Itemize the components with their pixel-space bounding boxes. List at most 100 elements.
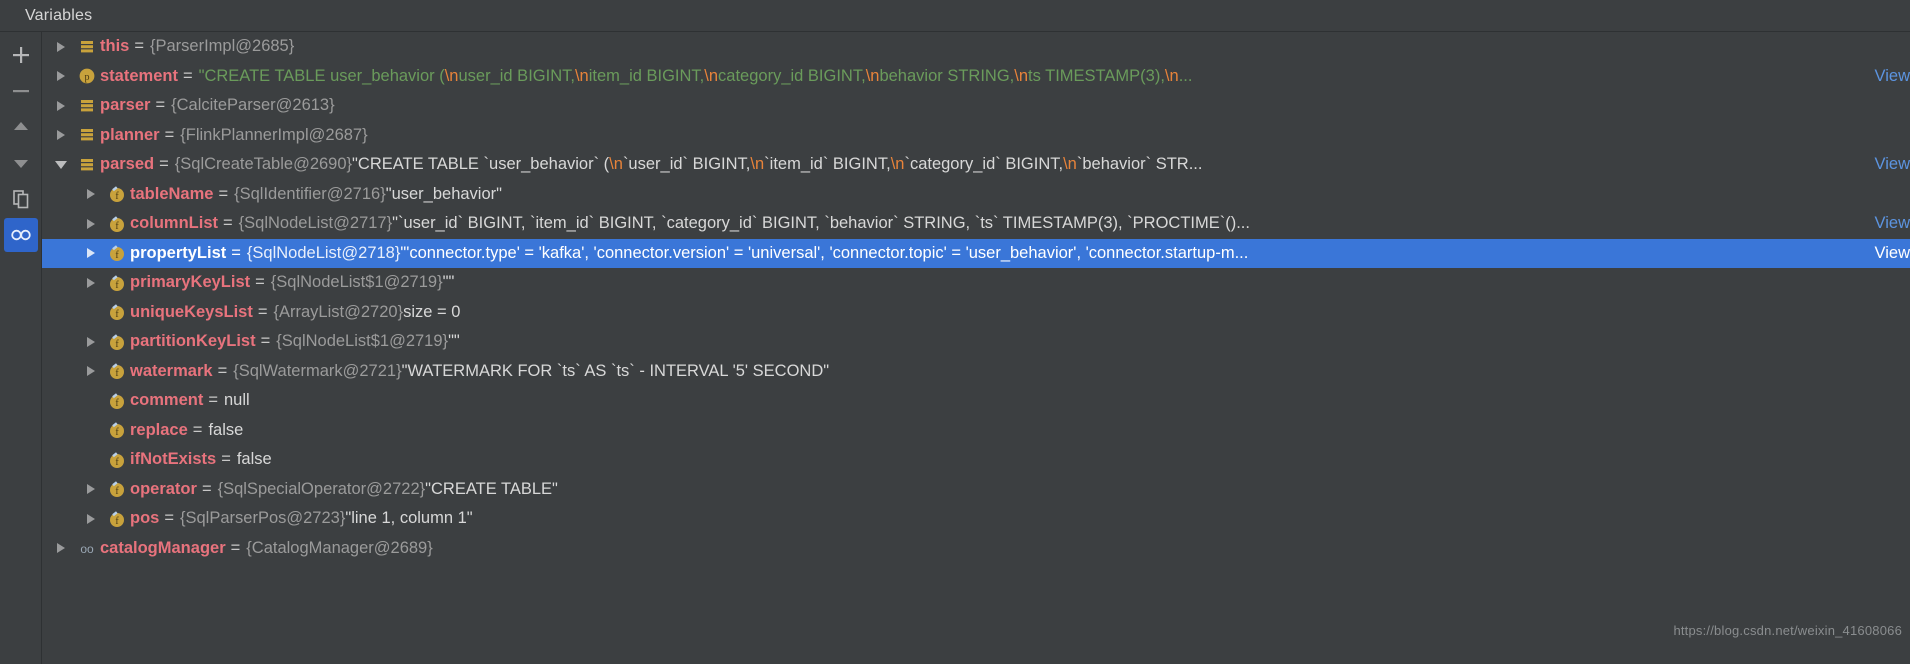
expand-triangle-icon[interactable] <box>78 336 104 347</box>
variable-row[interactable]: oo catalogManager = {CatalogManager@2689} <box>42 534 1910 564</box>
collapse-triangle-icon[interactable] <box>48 160 74 169</box>
minus-icon <box>12 90 29 93</box>
expand-triangle-icon[interactable] <box>48 130 74 141</box>
variable-value: null <box>224 391 250 410</box>
glasses-icon <box>10 229 31 241</box>
string-token: ts TIMESTAMP(3), <box>1028 66 1165 85</box>
escape-token: \n <box>1014 66 1029 85</box>
field-icon: f <box>110 215 124 232</box>
variable-type: {SqlWatermark@2721} <box>233 361 402 380</box>
copy-value-button[interactable] <box>4 182 38 216</box>
expand-triangle-icon[interactable] <box>78 277 104 288</box>
variables-debugger-panel: Variables this = {ParserImpl@2685} p sta… <box>0 0 1910 664</box>
expand-triangle-icon[interactable] <box>78 189 104 200</box>
move-down-button[interactable] <box>4 146 38 180</box>
variable-row[interactable]: parsed = {SqlCreateTable@2690} "CREATE TAB… <box>42 150 1910 180</box>
string-token: category_id BIGINT, <box>718 66 866 85</box>
variable-row[interactable]: f pos = {SqlParserPos@2723} "line 1, column… <box>42 504 1910 534</box>
expand-triangle-icon[interactable] <box>78 248 104 259</box>
variable-row[interactable]: f columnList = {SqlNodeList@2717} "`user_id… <box>42 209 1910 239</box>
variable-content: planner = {FlinkPlannerImpl@2687} <box>100 126 1910 145</box>
equals-sign: = <box>208 391 218 410</box>
remove-watch-button[interactable] <box>4 74 38 108</box>
variable-row[interactable]: planner = {FlinkPlannerImpl@2687} <box>42 121 1910 151</box>
variable-row[interactable]: f comment = null <box>42 386 1910 416</box>
expand-triangle-icon[interactable] <box>48 543 74 554</box>
field-icon: f <box>104 243 130 263</box>
triangle-glyph <box>57 100 65 111</box>
field-icon: f <box>104 391 130 411</box>
equals-sign: = <box>164 125 175 144</box>
expand-triangle-icon[interactable] <box>78 513 104 524</box>
variable-row[interactable]: this = {ParserImpl@2685} <box>42 32 1910 62</box>
variable-value: "`user_id` BIGINT, `item_id` BIGINT, `ca… <box>392 214 1250 233</box>
value-token: `category_id` BIGINT, <box>904 155 1064 174</box>
field-icon: f <box>110 451 124 468</box>
variable-content: pos = {SqlParserPos@2723} "line 1, column … <box>130 509 1910 528</box>
add-watch-button[interactable] <box>4 38 38 72</box>
field-icon: f <box>104 420 130 440</box>
view-link[interactable]: View <box>1875 244 1910 263</box>
expand-triangle-icon[interactable] <box>48 71 74 82</box>
field-icon: f <box>110 304 124 321</box>
view-link[interactable]: View <box>1875 155 1910 174</box>
variable-row[interactable]: f watermark = {SqlWatermark@2721} "WATERMAR… <box>42 357 1910 387</box>
variables-titlebar: Variables <box>0 0 1910 32</box>
static-field-icon: oo <box>80 542 94 556</box>
watermark: https://blog.csdn.net/weixin_41608066 <box>1673 623 1902 638</box>
equals-sign: = <box>255 273 265 292</box>
field-icon: f <box>110 245 124 262</box>
expand-triangle-icon[interactable] <box>48 100 74 111</box>
field-icon: f <box>104 450 130 470</box>
triangle-glyph <box>57 71 65 82</box>
triangle-glyph <box>87 277 95 288</box>
variable-row[interactable]: f replace = false <box>42 416 1910 446</box>
variable-row[interactable]: f tableName = {SqlIdentifier@2716} "user_be… <box>42 180 1910 210</box>
triangle-glyph <box>57 41 65 52</box>
variable-type: {ArrayList@2720} <box>273 302 404 321</box>
view-link[interactable]: View <box>1875 67 1910 86</box>
variables-tree[interactable]: this = {ParserImpl@2685} p statement = "CREAT… <box>42 32 1910 664</box>
field-icon: f <box>104 184 130 204</box>
view-link[interactable]: View <box>1875 214 1910 233</box>
expand-triangle-icon[interactable] <box>48 41 74 52</box>
variable-row[interactable]: f uniqueKeysList = {ArrayList@2720} size = … <box>42 298 1910 328</box>
variable-type: {ParserImpl@2685} <box>149 37 295 56</box>
variable-row[interactable]: f primaryKeyList = {SqlNodeList$1@2719} "" <box>42 268 1910 298</box>
equals-sign: = <box>230 538 241 557</box>
escape-token: \n <box>609 155 623 174</box>
variable-value: "user_behavior" <box>385 184 503 203</box>
expand-triangle-icon[interactable] <box>78 218 104 229</box>
variable-row[interactable]: f operator = {SqlSpecialOperator@2722} "CRE… <box>42 475 1910 505</box>
triangle-glyph <box>87 484 95 495</box>
string-token: user_id BIGINT, <box>458 66 575 85</box>
chevron-down-icon <box>13 160 28 168</box>
variable-name: statement <box>100 66 178 85</box>
expand-triangle-icon[interactable] <box>78 484 104 495</box>
variable-row[interactable]: f partitionKeyList = {SqlNodeList$1@2719} "… <box>42 327 1910 357</box>
escape-token: \n <box>574 66 589 85</box>
expand-triangle-icon[interactable] <box>78 366 104 377</box>
field-icon: f <box>104 332 130 352</box>
variable-row[interactable]: f propertyList = {SqlNodeList@2718} "'conne… <box>42 238 1910 268</box>
variable-value: "" <box>442 273 455 292</box>
variable-row[interactable]: parser = {CalciteParser@2613} <box>42 91 1910 121</box>
variable-name: catalogManager <box>100 538 226 557</box>
variable-name: operator <box>130 479 197 498</box>
equals-sign: = <box>182 66 193 85</box>
variable-type: {SqlNodeList$1@2719} <box>270 273 443 292</box>
variable-name: uniqueKeysList <box>130 302 253 321</box>
watches-button[interactable] <box>3 218 38 252</box>
triangle-glyph <box>87 336 95 347</box>
move-up-button[interactable] <box>4 110 38 144</box>
variable-row[interactable]: f ifNotExists = false <box>42 445 1910 475</box>
variable-row[interactable]: p statement = "CREATE TABLE user_behavior (… <box>42 62 1910 92</box>
value-token: `item_id` BIGINT, <box>764 155 891 174</box>
local-variable-icon <box>81 40 93 53</box>
field-icon: f <box>110 186 124 203</box>
variable-name: columnList <box>130 214 219 233</box>
tab-variables[interactable]: Variables <box>25 7 92 25</box>
escape-token: \n <box>1063 155 1077 174</box>
variable-value: false <box>208 420 244 439</box>
field-icon: f <box>110 510 124 527</box>
